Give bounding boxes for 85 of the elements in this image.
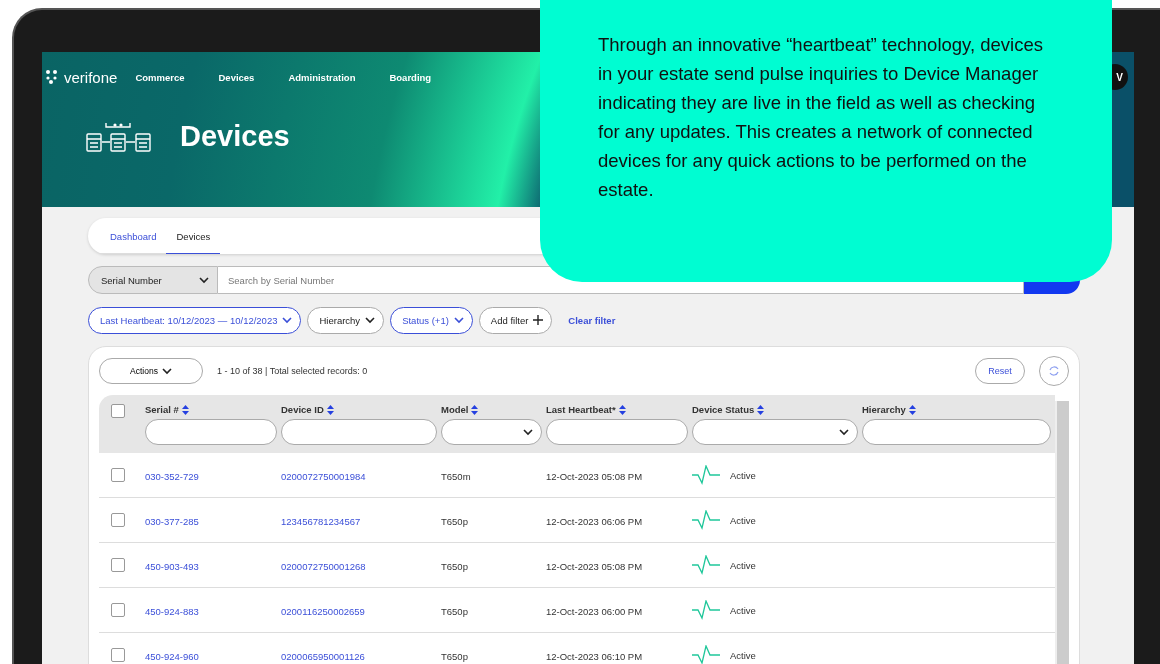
serial-link[interactable]: 030-377-285 bbox=[145, 516, 199, 527]
plus-icon bbox=[533, 315, 544, 325]
table-cell: T650p bbox=[441, 561, 468, 572]
status-text: Active bbox=[730, 469, 756, 481]
column-filter-field[interactable] bbox=[281, 419, 437, 445]
column-filter-select[interactable] bbox=[441, 419, 542, 445]
filter-chip[interactable]: Status (+1) bbox=[390, 306, 473, 334]
sort-icon bbox=[181, 404, 189, 415]
chevron-down-icon bbox=[839, 428, 849, 436]
serial-link[interactable]: 030-352-729 bbox=[145, 471, 199, 482]
refresh-button[interactable] bbox=[1039, 356, 1069, 386]
chevron-down-icon bbox=[523, 428, 533, 436]
tab[interactable]: Devices bbox=[166, 231, 221, 254]
column-header[interactable]: Last Heartbeat* bbox=[546, 404, 688, 415]
page-title: Devices bbox=[180, 120, 290, 153]
sort-icon bbox=[618, 404, 626, 415]
status-text: Active bbox=[730, 604, 756, 616]
chevron-down-icon bbox=[199, 276, 209, 284]
chevron-down-icon bbox=[453, 316, 464, 324]
logo-dots-icon bbox=[46, 70, 60, 84]
table-cell: 12-Oct-2023 06:06 PM bbox=[546, 516, 643, 527]
filter-chip[interactable]: Add filter bbox=[478, 306, 553, 334]
serial-link[interactable]: 450-924-883 bbox=[145, 606, 199, 617]
actions-button[interactable]: Actions bbox=[99, 358, 203, 384]
column-filter-select[interactable] bbox=[692, 419, 858, 445]
row-checkbox[interactable] bbox=[111, 648, 125, 662]
refresh-icon bbox=[1048, 365, 1060, 377]
records-summary: 1 - 10 of 38 | Total selected records: 0 bbox=[217, 366, 368, 376]
column-header[interactable]: Model bbox=[441, 404, 542, 415]
table-cell: T650p bbox=[441, 606, 468, 617]
scrollbar[interactable] bbox=[1055, 401, 1069, 664]
table-cell: 12-Oct-2023 05:08 PM bbox=[546, 561, 643, 572]
chevron-down-icon bbox=[365, 316, 376, 324]
heartbeat-icon bbox=[692, 510, 720, 530]
column-header[interactable]: Hierarchy bbox=[862, 404, 1051, 415]
table-cell: 12-Oct-2023 06:10 PM bbox=[546, 651, 643, 662]
column-filter-field[interactable] bbox=[145, 419, 277, 445]
reset-button[interactable]: Reset bbox=[975, 358, 1025, 384]
nav-link[interactable]: Boarding bbox=[389, 71, 432, 83]
clear-filter-link[interactable]: Clear filter bbox=[568, 314, 616, 326]
tab[interactable]: Dashboard bbox=[100, 231, 167, 254]
sort-icon bbox=[908, 404, 916, 415]
device-id-link[interactable]: 0200072750001984 bbox=[281, 471, 366, 482]
nav-link[interactable]: Commerce bbox=[135, 71, 185, 83]
filter-chip[interactable]: Last Heartbeat: 10/12/2023 — 10/12/2023 bbox=[88, 306, 302, 334]
column-header[interactable]: Device Status bbox=[692, 404, 858, 415]
callout-text: Through an innovative “heartbeat” technology, devices in your estate send pulse inquiries to Device Manager indicating they are live in the field as well as checking for any updates. This creates a network of connected devices for any quick actions to be performed on the estate. bbox=[598, 33, 1044, 202]
column-filter-field[interactable] bbox=[546, 419, 688, 445]
table-cell: T650m bbox=[441, 471, 471, 482]
status-text: Active bbox=[730, 514, 756, 526]
devices-icon bbox=[86, 121, 152, 152]
chevron-down-icon bbox=[161, 367, 172, 375]
sort-icon bbox=[471, 404, 479, 415]
column-filter-field[interactable] bbox=[862, 419, 1051, 445]
nav-link[interactable]: Devices bbox=[218, 71, 255, 83]
heartbeat-icon bbox=[692, 600, 720, 620]
status-text: Active bbox=[730, 649, 756, 661]
column-header[interactable]: Serial # bbox=[145, 404, 277, 415]
row-checkbox[interactable] bbox=[111, 468, 125, 482]
row-checkbox[interactable] bbox=[111, 558, 125, 572]
row-checkbox[interactable] bbox=[111, 513, 125, 527]
table-cell: 12-Oct-2023 05:08 PM bbox=[546, 471, 643, 482]
heartbeat-icon bbox=[692, 555, 720, 575]
serial-link[interactable]: 450-903-493 bbox=[145, 561, 199, 572]
heartbeat-icon bbox=[692, 645, 720, 664]
filter-chip[interactable]: Hierarchy bbox=[307, 306, 385, 334]
serial-link[interactable]: 450-924-960 bbox=[145, 651, 199, 662]
device-id-link[interactable]: 0200116250002659 bbox=[281, 606, 365, 617]
select-all-checkbox[interactable] bbox=[111, 404, 125, 418]
device-id-link[interactable]: 0200072750001268 bbox=[281, 561, 366, 572]
brand-logo: verifone bbox=[64, 68, 118, 86]
sort-icon bbox=[326, 404, 334, 415]
table-cell: T650p bbox=[441, 516, 468, 527]
heartbeat-icon bbox=[692, 465, 720, 485]
chevron-down-icon bbox=[282, 316, 293, 324]
column-header[interactable]: Device ID bbox=[281, 404, 437, 415]
nav-link[interactable]: Administration bbox=[288, 71, 356, 83]
sort-icon bbox=[757, 404, 765, 415]
status-text: Active bbox=[730, 559, 756, 571]
table-cell: 12-Oct-2023 06:00 PM bbox=[546, 606, 643, 617]
device-id-link[interactable]: 123456781234567 bbox=[281, 516, 361, 527]
search-field-select[interactable]: Serial Number bbox=[88, 266, 218, 294]
row-checkbox[interactable] bbox=[111, 603, 125, 617]
table-cell: T650p bbox=[441, 651, 468, 662]
device-id-link[interactable]: 0200065950001126 bbox=[281, 651, 365, 662]
